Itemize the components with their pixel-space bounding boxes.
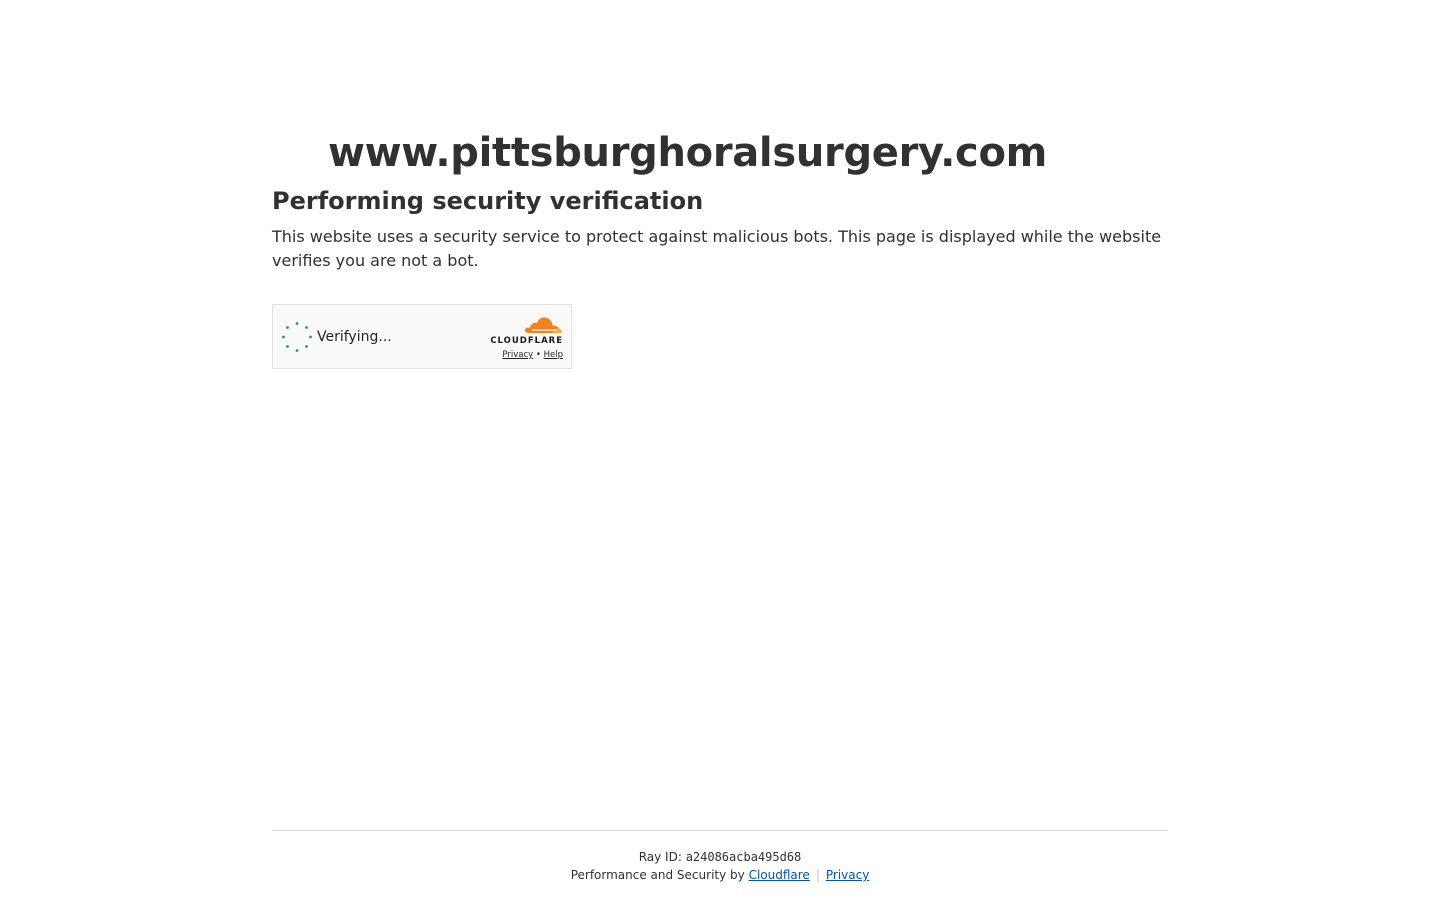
- site-domain-title: www.pittsburghoralsurgery.com: [328, 130, 1048, 176]
- footer-separator: |: [815, 868, 820, 882]
- widget-help-link[interactable]: Help: [544, 350, 563, 360]
- performance-text: Performance and Security by: [570, 868, 749, 882]
- verification-heading: Performing security verification: [272, 187, 704, 215]
- footer-privacy-link[interactable]: Privacy: [826, 868, 869, 882]
- verification-description: This website uses a security service to …: [272, 227, 1162, 270]
- widget-link-separator: •: [535, 350, 541, 360]
- cloudflare-cloud-icon: [525, 317, 562, 333]
- ray-id-line: Ray ID: a24086acba495d68: [272, 848, 1168, 866]
- widget-links: Privacy • Help: [483, 349, 563, 361]
- challenge-page: www.pittsburghoralsurgery.com Performing…: [0, 0, 1440, 900]
- performance-line: Performance and Security by Cloudflare | P…: [272, 866, 1168, 884]
- widget-privacy-link[interactable]: Privacy: [502, 350, 533, 360]
- footer-divider: [272, 830, 1168, 831]
- cloudflare-link[interactable]: Cloudflare: [749, 868, 810, 882]
- footer: Ray ID: a24086acba495d68 Performance and…: [272, 848, 1168, 884]
- ray-id-value: a24086acba495d68: [685, 850, 802, 864]
- ray-id-label: Ray ID:: [638, 850, 686, 864]
- cloudflare-logo: CLOUDFLARE Privacy • Help: [483, 315, 563, 361]
- cloudflare-wordmark: CLOUDFLARE: [490, 336, 563, 346]
- spinner-icon: [282, 322, 312, 352]
- verifying-status: Verifying...: [317, 329, 392, 345]
- turnstile-widget[interactable]: Verifying... CLOUDFLARE Privacy • Help: [272, 304, 572, 369]
